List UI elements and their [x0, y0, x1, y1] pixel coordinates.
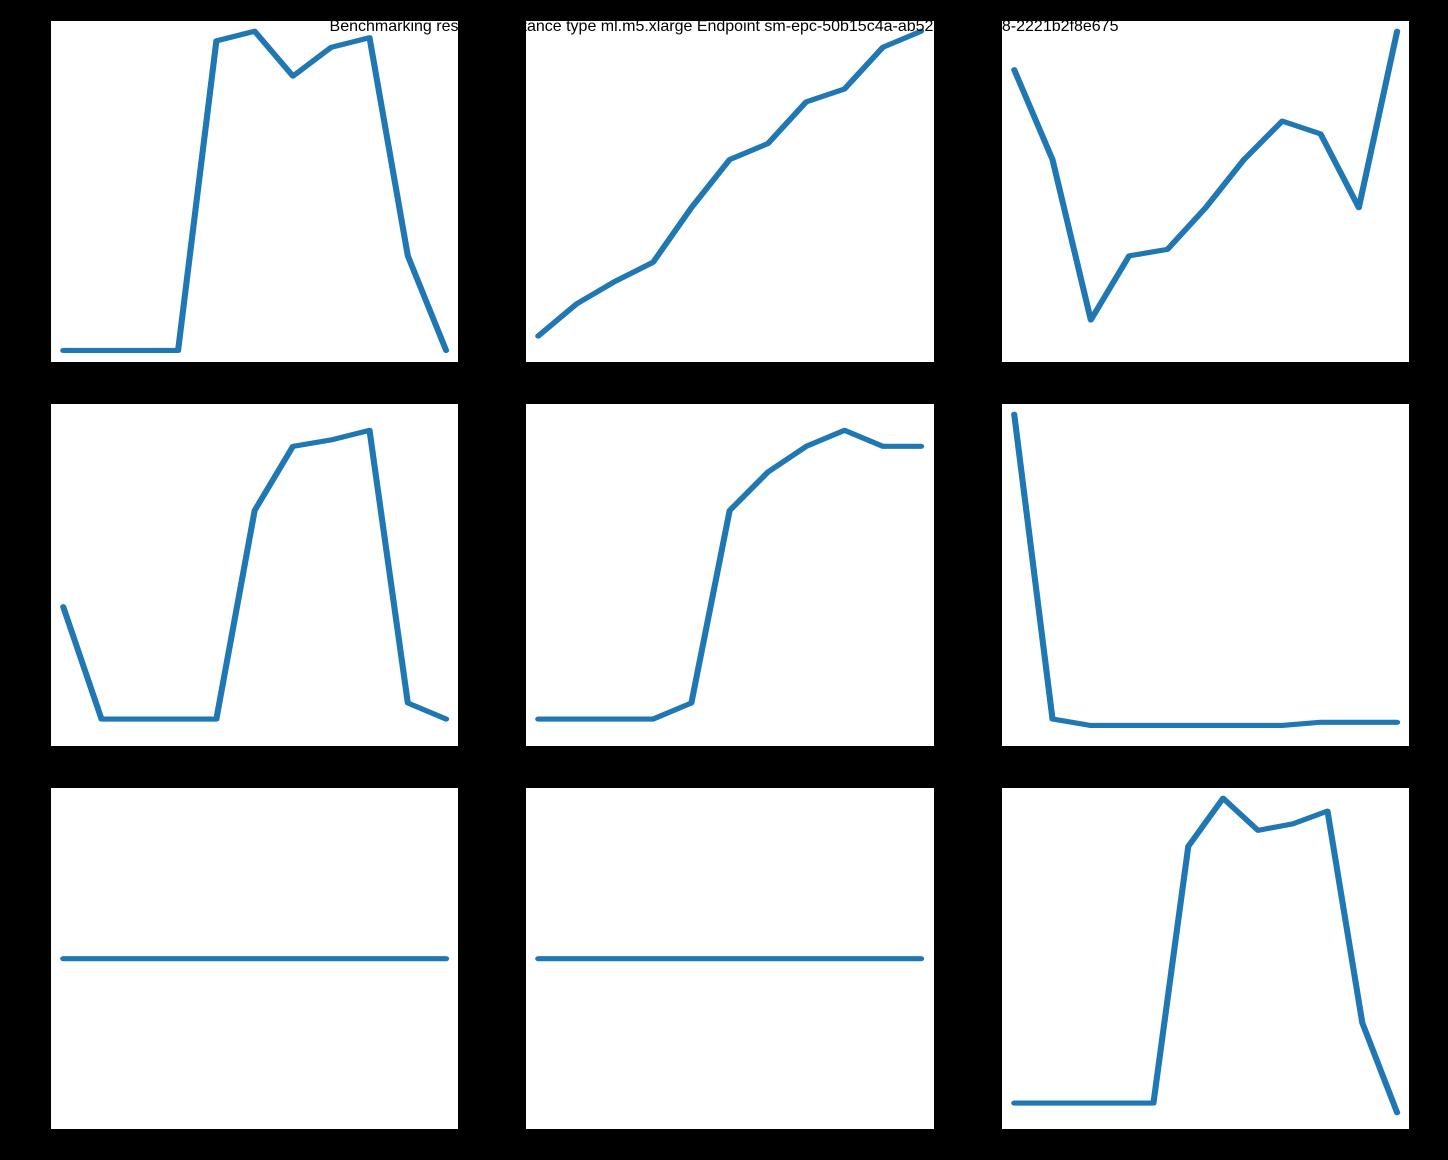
series-line — [539, 31, 922, 336]
chart-panel-7 — [525, 787, 934, 1130]
chart-panel-2 — [1001, 20, 1410, 363]
series-line — [63, 31, 446, 350]
chart-grid — [50, 20, 1410, 1130]
chart-panel-0 — [50, 20, 459, 363]
series-line — [1014, 31, 1397, 320]
chart-panel-6 — [50, 787, 459, 1130]
chart-panel-3 — [50, 403, 459, 746]
chart-panel-4 — [525, 403, 934, 746]
chart-panel-8 — [1001, 787, 1410, 1130]
series-line — [539, 431, 922, 720]
series-line — [1014, 415, 1397, 726]
chart-panel-1 — [525, 20, 934, 363]
chart-panel-5 — [1001, 403, 1410, 746]
series-line — [1014, 798, 1397, 1112]
series-line — [63, 431, 446, 720]
